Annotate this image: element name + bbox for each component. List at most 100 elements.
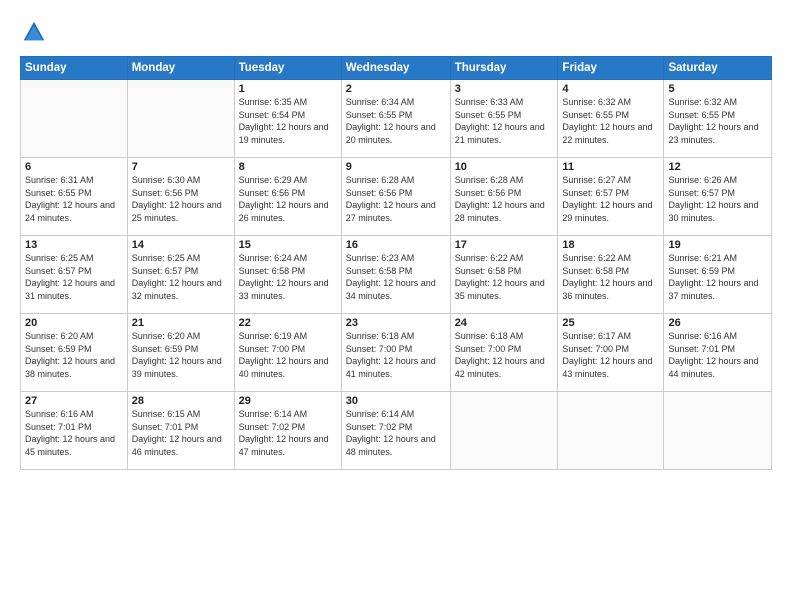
day-number: 2 bbox=[346, 83, 446, 95]
calendar-cell: 8Sunrise: 6:29 AMSunset: 6:56 PMDaylight… bbox=[234, 158, 341, 236]
calendar-header-tuesday: Tuesday bbox=[234, 57, 341, 80]
day-number: 16 bbox=[346, 239, 446, 251]
calendar-week-row: 13Sunrise: 6:25 AMSunset: 6:57 PMDayligh… bbox=[21, 236, 772, 314]
day-number: 13 bbox=[25, 239, 123, 251]
calendar-header-friday: Friday bbox=[558, 57, 664, 80]
day-info: Sunrise: 6:33 AMSunset: 6:55 PMDaylight:… bbox=[455, 96, 554, 146]
calendar-cell: 1Sunrise: 6:35 AMSunset: 6:54 PMDaylight… bbox=[234, 80, 341, 158]
day-number: 6 bbox=[25, 161, 123, 173]
day-number: 9 bbox=[346, 161, 446, 173]
calendar-week-row: 27Sunrise: 6:16 AMSunset: 7:01 PMDayligh… bbox=[21, 392, 772, 470]
calendar-cell: 2Sunrise: 6:34 AMSunset: 6:55 PMDaylight… bbox=[341, 80, 450, 158]
calendar-cell: 16Sunrise: 6:23 AMSunset: 6:58 PMDayligh… bbox=[341, 236, 450, 314]
day-number: 26 bbox=[668, 317, 767, 329]
calendar-table: SundayMondayTuesdayWednesdayThursdayFrid… bbox=[20, 56, 772, 470]
calendar-cell: 4Sunrise: 6:32 AMSunset: 6:55 PMDaylight… bbox=[558, 80, 664, 158]
day-info: Sunrise: 6:32 AMSunset: 6:55 PMDaylight:… bbox=[668, 96, 767, 146]
day-number: 25 bbox=[562, 317, 659, 329]
day-info: Sunrise: 6:29 AMSunset: 6:56 PMDaylight:… bbox=[239, 174, 337, 224]
day-info: Sunrise: 6:20 AMSunset: 6:59 PMDaylight:… bbox=[25, 330, 123, 380]
day-info: Sunrise: 6:14 AMSunset: 7:02 PMDaylight:… bbox=[239, 408, 337, 458]
day-number: 5 bbox=[668, 83, 767, 95]
day-info: Sunrise: 6:27 AMSunset: 6:57 PMDaylight:… bbox=[562, 174, 659, 224]
day-info: Sunrise: 6:26 AMSunset: 6:57 PMDaylight:… bbox=[668, 174, 767, 224]
day-number: 19 bbox=[668, 239, 767, 251]
day-info: Sunrise: 6:17 AMSunset: 7:00 PMDaylight:… bbox=[562, 330, 659, 380]
day-number: 23 bbox=[346, 317, 446, 329]
calendar-header-sunday: Sunday bbox=[21, 57, 128, 80]
day-number: 11 bbox=[562, 161, 659, 173]
calendar-week-row: 6Sunrise: 6:31 AMSunset: 6:55 PMDaylight… bbox=[21, 158, 772, 236]
day-info: Sunrise: 6:35 AMSunset: 6:54 PMDaylight:… bbox=[239, 96, 337, 146]
day-number: 28 bbox=[132, 395, 230, 407]
calendar-cell: 6Sunrise: 6:31 AMSunset: 6:55 PMDaylight… bbox=[21, 158, 128, 236]
logo-icon bbox=[20, 18, 48, 46]
calendar-cell: 9Sunrise: 6:28 AMSunset: 6:56 PMDaylight… bbox=[341, 158, 450, 236]
day-info: Sunrise: 6:34 AMSunset: 6:55 PMDaylight:… bbox=[346, 96, 446, 146]
calendar-cell: 15Sunrise: 6:24 AMSunset: 6:58 PMDayligh… bbox=[234, 236, 341, 314]
day-number: 4 bbox=[562, 83, 659, 95]
day-info: Sunrise: 6:22 AMSunset: 6:58 PMDaylight:… bbox=[562, 252, 659, 302]
day-info: Sunrise: 6:14 AMSunset: 7:02 PMDaylight:… bbox=[346, 408, 446, 458]
calendar-cell: 23Sunrise: 6:18 AMSunset: 7:00 PMDayligh… bbox=[341, 314, 450, 392]
day-number: 17 bbox=[455, 239, 554, 251]
day-info: Sunrise: 6:20 AMSunset: 6:59 PMDaylight:… bbox=[132, 330, 230, 380]
calendar-cell: 12Sunrise: 6:26 AMSunset: 6:57 PMDayligh… bbox=[664, 158, 772, 236]
calendar-cell bbox=[664, 392, 772, 470]
calendar-cell: 13Sunrise: 6:25 AMSunset: 6:57 PMDayligh… bbox=[21, 236, 128, 314]
day-number: 7 bbox=[132, 161, 230, 173]
calendar-cell bbox=[127, 80, 234, 158]
day-info: Sunrise: 6:28 AMSunset: 6:56 PMDaylight:… bbox=[455, 174, 554, 224]
calendar-cell: 17Sunrise: 6:22 AMSunset: 6:58 PMDayligh… bbox=[450, 236, 558, 314]
calendar-cell: 11Sunrise: 6:27 AMSunset: 6:57 PMDayligh… bbox=[558, 158, 664, 236]
calendar-header-saturday: Saturday bbox=[664, 57, 772, 80]
day-info: Sunrise: 6:25 AMSunset: 6:57 PMDaylight:… bbox=[132, 252, 230, 302]
calendar-header-thursday: Thursday bbox=[450, 57, 558, 80]
day-info: Sunrise: 6:31 AMSunset: 6:55 PMDaylight:… bbox=[25, 174, 123, 224]
calendar-cell: 5Sunrise: 6:32 AMSunset: 6:55 PMDaylight… bbox=[664, 80, 772, 158]
day-number: 22 bbox=[239, 317, 337, 329]
calendar-cell: 27Sunrise: 6:16 AMSunset: 7:01 PMDayligh… bbox=[21, 392, 128, 470]
calendar-cell: 25Sunrise: 6:17 AMSunset: 7:00 PMDayligh… bbox=[558, 314, 664, 392]
day-info: Sunrise: 6:23 AMSunset: 6:58 PMDaylight:… bbox=[346, 252, 446, 302]
day-number: 1 bbox=[239, 83, 337, 95]
calendar-cell: 18Sunrise: 6:22 AMSunset: 6:58 PMDayligh… bbox=[558, 236, 664, 314]
calendar-week-row: 1Sunrise: 6:35 AMSunset: 6:54 PMDaylight… bbox=[21, 80, 772, 158]
calendar-cell: 28Sunrise: 6:15 AMSunset: 7:01 PMDayligh… bbox=[127, 392, 234, 470]
calendar-cell: 7Sunrise: 6:30 AMSunset: 6:56 PMDaylight… bbox=[127, 158, 234, 236]
day-info: Sunrise: 6:16 AMSunset: 7:01 PMDaylight:… bbox=[668, 330, 767, 380]
day-number: 29 bbox=[239, 395, 337, 407]
calendar-cell: 24Sunrise: 6:18 AMSunset: 7:00 PMDayligh… bbox=[450, 314, 558, 392]
day-number: 12 bbox=[668, 161, 767, 173]
day-number: 10 bbox=[455, 161, 554, 173]
calendar-cell: 14Sunrise: 6:25 AMSunset: 6:57 PMDayligh… bbox=[127, 236, 234, 314]
calendar-cell: 30Sunrise: 6:14 AMSunset: 7:02 PMDayligh… bbox=[341, 392, 450, 470]
calendar-cell: 20Sunrise: 6:20 AMSunset: 6:59 PMDayligh… bbox=[21, 314, 128, 392]
day-info: Sunrise: 6:15 AMSunset: 7:01 PMDaylight:… bbox=[132, 408, 230, 458]
day-number: 30 bbox=[346, 395, 446, 407]
day-info: Sunrise: 6:19 AMSunset: 7:00 PMDaylight:… bbox=[239, 330, 337, 380]
calendar-header-wednesday: Wednesday bbox=[341, 57, 450, 80]
calendar-cell: 19Sunrise: 6:21 AMSunset: 6:59 PMDayligh… bbox=[664, 236, 772, 314]
calendar-cell bbox=[21, 80, 128, 158]
day-number: 27 bbox=[25, 395, 123, 407]
day-info: Sunrise: 6:16 AMSunset: 7:01 PMDaylight:… bbox=[25, 408, 123, 458]
logo bbox=[20, 18, 52, 46]
day-info: Sunrise: 6:25 AMSunset: 6:57 PMDaylight:… bbox=[25, 252, 123, 302]
day-number: 3 bbox=[455, 83, 554, 95]
calendar-header-monday: Monday bbox=[127, 57, 234, 80]
day-info: Sunrise: 6:22 AMSunset: 6:58 PMDaylight:… bbox=[455, 252, 554, 302]
header bbox=[20, 18, 772, 46]
day-info: Sunrise: 6:32 AMSunset: 6:55 PMDaylight:… bbox=[562, 96, 659, 146]
calendar-cell: 10Sunrise: 6:28 AMSunset: 6:56 PMDayligh… bbox=[450, 158, 558, 236]
calendar-cell bbox=[558, 392, 664, 470]
day-number: 15 bbox=[239, 239, 337, 251]
day-info: Sunrise: 6:30 AMSunset: 6:56 PMDaylight:… bbox=[132, 174, 230, 224]
day-number: 20 bbox=[25, 317, 123, 329]
day-info: Sunrise: 6:18 AMSunset: 7:00 PMDaylight:… bbox=[346, 330, 446, 380]
day-info: Sunrise: 6:24 AMSunset: 6:58 PMDaylight:… bbox=[239, 252, 337, 302]
calendar-header-row: SundayMondayTuesdayWednesdayThursdayFrid… bbox=[21, 57, 772, 80]
day-number: 24 bbox=[455, 317, 554, 329]
day-number: 18 bbox=[562, 239, 659, 251]
calendar-cell: 26Sunrise: 6:16 AMSunset: 7:01 PMDayligh… bbox=[664, 314, 772, 392]
